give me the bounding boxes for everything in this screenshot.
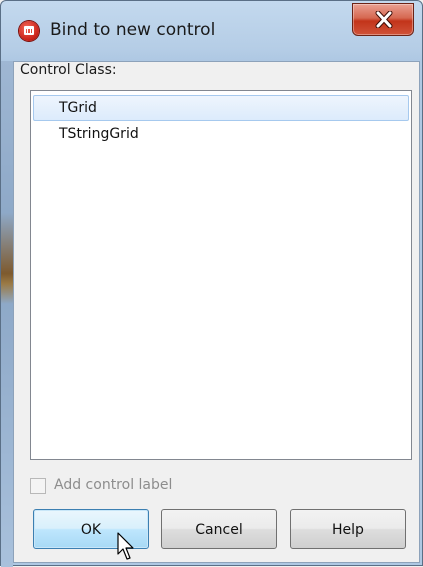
add-control-label-option: Add control label: [30, 476, 230, 498]
background-window-edge: [1, 61, 13, 567]
list-item-tstringgrid[interactable]: TStringGrid: [33, 122, 409, 148]
help-button[interactable]: Help: [290, 509, 406, 549]
ok-button[interactable]: OK: [33, 509, 149, 549]
control-class-label: Control Class:: [20, 62, 117, 78]
app-icon: [19, 21, 39, 41]
cancel-button[interactable]: Cancel: [161, 509, 277, 549]
add-control-label-checkbox: [30, 478, 46, 494]
add-control-label-text: Add control label: [54, 477, 173, 493]
close-icon: [375, 11, 393, 28]
title-bar[interactable]: Bind to new control: [1, 1, 422, 61]
control-class-list[interactable]: TGrid TStringGrid: [30, 90, 412, 460]
list-item-tgrid[interactable]: TGrid: [33, 95, 409, 121]
window-title: Bind to new control: [50, 20, 216, 40]
close-button[interactable]: [352, 3, 414, 36]
